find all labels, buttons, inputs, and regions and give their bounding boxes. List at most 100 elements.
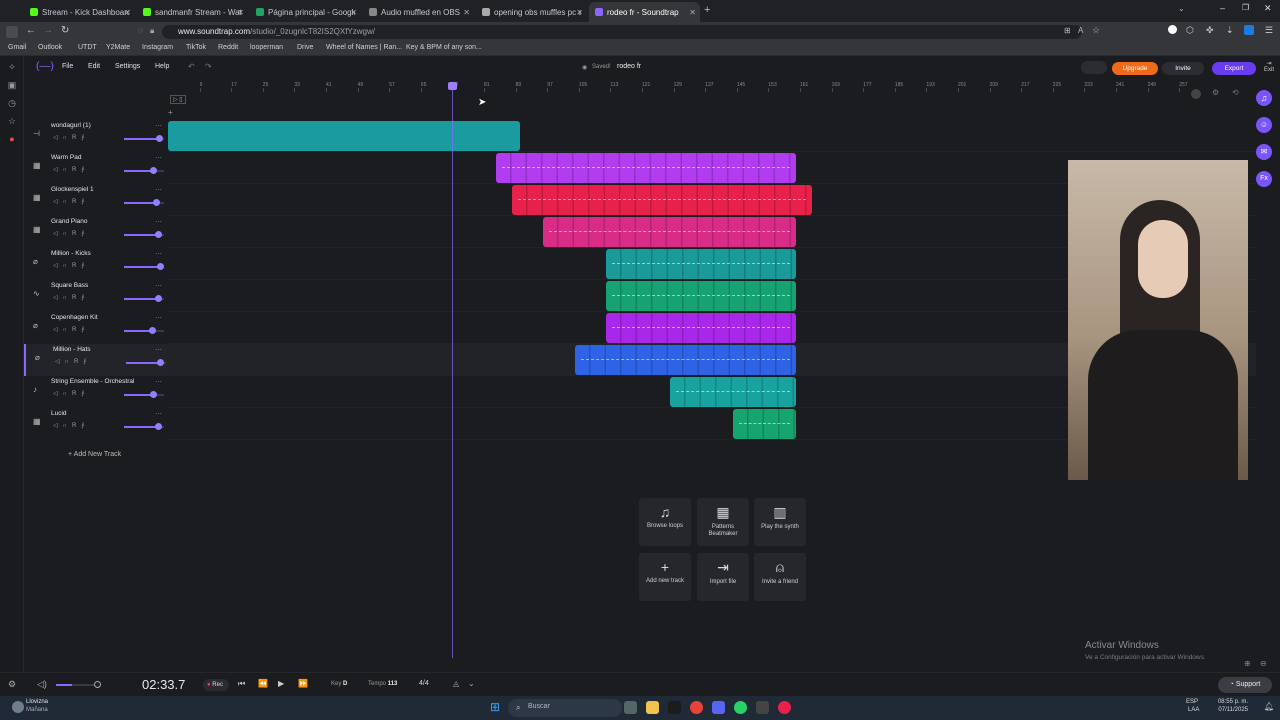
audio-clip[interactable] bbox=[606, 313, 797, 343]
audio-clip[interactable] bbox=[574, 345, 797, 375]
menu-edit[interactable]: Edit bbox=[88, 63, 100, 70]
audio-clip[interactable] bbox=[606, 281, 797, 311]
record-arm-icon[interactable]: R bbox=[72, 167, 81, 173]
bookmark-item[interactable]: Key & BPM of any son... bbox=[406, 44, 482, 51]
track-header[interactable]: ▦ Warm Pad ◁∩R∱ ⋯ bbox=[24, 152, 166, 184]
track-controls[interactable]: ◁∩R∱ bbox=[53, 230, 89, 237]
track-name[interactable]: Grand Piano bbox=[51, 218, 88, 225]
minimize-button[interactable]: – bbox=[1220, 3, 1225, 13]
record-arm-icon[interactable]: R bbox=[72, 327, 81, 333]
discord-icon[interactable] bbox=[712, 701, 725, 714]
track-controls[interactable]: ◁∩R∱ bbox=[55, 358, 91, 365]
track-name[interactable]: Million - Kicks bbox=[51, 250, 91, 257]
favorites-icon[interactable]: ☆ bbox=[7, 116, 17, 126]
browser-tab[interactable]: opening obs muffles pc audio✕ bbox=[476, 2, 587, 22]
record-arm-icon[interactable]: R bbox=[74, 359, 83, 365]
notifications-icon[interactable]: 🔔︎ bbox=[1264, 702, 1274, 711]
track-menu-icon[interactable]: ⋯ bbox=[155, 250, 162, 258]
playhead-line[interactable] bbox=[452, 82, 454, 658]
bookmark-item[interactable]: Drive bbox=[297, 44, 313, 51]
quick-tile-plus[interactable]: + Add new track bbox=[639, 553, 691, 601]
translate-icon[interactable]: ⊞ bbox=[1064, 26, 1071, 35]
rewind-icon[interactable]: ⏪ bbox=[258, 679, 268, 688]
exit-button[interactable]: ⇥ Exit bbox=[1262, 60, 1276, 73]
track-controls[interactable]: ◁∩R∱ bbox=[53, 326, 89, 333]
profile-icon[interactable] bbox=[1244, 25, 1254, 35]
record-arm-icon[interactable]: R bbox=[72, 135, 81, 141]
automation-icon[interactable]: ∱ bbox=[81, 423, 89, 429]
bookmark-item[interactable]: UTDT bbox=[78, 44, 97, 51]
chrome-icon[interactable] bbox=[690, 701, 703, 714]
back-arrow-icon[interactable]: ← bbox=[26, 25, 36, 36]
browser-menu-icon[interactable]: ☰ bbox=[1265, 25, 1273, 36]
menu-file[interactable]: File bbox=[62, 63, 73, 70]
headphones-icon[interactable]: ∩ bbox=[63, 327, 72, 333]
app-red-icon[interactable] bbox=[778, 701, 791, 714]
soundtrap-logo[interactable]: (––) bbox=[36, 61, 54, 72]
record-icon[interactable]: ● bbox=[7, 134, 17, 144]
play-button[interactable]: ▶ bbox=[278, 679, 284, 688]
track-menu-icon[interactable]: ⋯ bbox=[155, 154, 162, 162]
record-arm-icon[interactable]: R bbox=[72, 295, 81, 301]
track-name[interactable]: Glockenspiel 1 bbox=[51, 186, 94, 193]
downloads-icon[interactable]: ⇣ bbox=[1226, 25, 1234, 36]
track-controls[interactable]: ◁∩R∱ bbox=[53, 166, 89, 173]
track-header[interactable]: ▦ Glockenspiel 1 ◁∩R∱ ⋯ bbox=[24, 184, 166, 216]
lock-icon[interactable]: 🔒︎ bbox=[150, 26, 154, 36]
headphones-icon[interactable]: ∩ bbox=[63, 263, 72, 269]
audio-clip[interactable] bbox=[511, 185, 812, 215]
record-arm-icon[interactable]: R bbox=[72, 423, 81, 429]
mute-icon[interactable]: ◁ bbox=[53, 423, 63, 429]
skip-to-start-icon[interactable]: ⏮ bbox=[238, 679, 245, 689]
sidebar-toggle-icon[interactable] bbox=[6, 26, 18, 38]
taskbar-search-box[interactable]: ⌕ Buscar bbox=[508, 699, 622, 717]
track-name[interactable]: Lucid bbox=[51, 410, 67, 417]
headphones-icon[interactable]: ∩ bbox=[63, 423, 72, 429]
track-menu-icon[interactable]: ⋯ bbox=[155, 314, 162, 322]
track-name[interactable]: Million - Hats bbox=[53, 346, 91, 353]
track-menu-icon[interactable]: ⋯ bbox=[155, 378, 162, 386]
track-name[interactable]: String Ensemble - Orchestral bbox=[51, 378, 134, 385]
bookmark-item[interactable]: TikTok bbox=[186, 44, 206, 51]
quick-tile-import[interactable]: ⇥ Import file bbox=[697, 553, 749, 601]
extensions-icon[interactable]: ✜ bbox=[1206, 25, 1214, 36]
export-button[interactable]: Export bbox=[1212, 62, 1256, 75]
app-icon[interactable] bbox=[756, 701, 769, 714]
track-name[interactable]: wondagurl (1) bbox=[51, 122, 91, 129]
close-tab-icon[interactable]: ✕ bbox=[237, 8, 244, 17]
track-name[interactable]: Copenhagen Kit bbox=[51, 314, 98, 321]
metronome-icon[interactable]: ◬ bbox=[453, 679, 459, 688]
volume-slider-knob[interactable] bbox=[149, 167, 157, 174]
volume-slider-knob[interactable] bbox=[154, 423, 162, 430]
volume-slider-knob[interactable] bbox=[156, 359, 164, 366]
bookmark-star-icon[interactable]: ☆ bbox=[1092, 25, 1100, 36]
headphones-icon[interactable]: ∩ bbox=[63, 199, 72, 205]
collaborators-icon[interactable]: ☺ bbox=[1256, 117, 1272, 133]
track-menu-icon[interactable]: ⋯ bbox=[155, 122, 162, 130]
record-arm-icon[interactable]: R bbox=[72, 199, 81, 205]
theme-toggle[interactable] bbox=[1081, 61, 1107, 74]
automation-icon[interactable]: ∱ bbox=[81, 135, 89, 141]
track-header[interactable]: ▦ Grand Piano ◁∩R∱ ⋯ bbox=[24, 216, 166, 248]
mute-icon[interactable]: ◁ bbox=[53, 199, 63, 205]
browser-tab[interactable]: Página principal - Google Drive✕ bbox=[250, 2, 361, 22]
mute-icon[interactable]: ◁ bbox=[55, 359, 65, 365]
close-tab-icon[interactable]: ✕ bbox=[689, 8, 696, 17]
audio-clip[interactable] bbox=[606, 249, 797, 279]
key-selector[interactable]: Key D bbox=[331, 681, 347, 687]
bookmark-item[interactable]: Gmail bbox=[8, 44, 26, 51]
track-controls[interactable]: ◁∩R∱ bbox=[53, 134, 89, 141]
whatsapp-icon[interactable] bbox=[734, 701, 747, 714]
volume-slider-knob[interactable] bbox=[155, 231, 163, 238]
upgrade-button[interactable]: Upgrade bbox=[1112, 62, 1158, 75]
bookmark-item[interactable]: Instagram bbox=[142, 44, 173, 51]
headphones-icon[interactable]: ∩ bbox=[63, 231, 72, 237]
bookmark-item[interactable]: Outlook bbox=[38, 44, 62, 51]
magic-icon[interactable]: ✧ bbox=[7, 62, 17, 72]
loop-toggle-icon[interactable]: ⟲ bbox=[1232, 88, 1239, 97]
close-tab-icon[interactable]: ✕ bbox=[350, 8, 357, 17]
track-name[interactable]: Warm Pad bbox=[51, 154, 81, 161]
fx-icon[interactable]: Fx bbox=[1256, 171, 1272, 187]
quick-tile-piano[interactable]: ▥ Play the synth bbox=[754, 498, 806, 546]
bookmark-item[interactable]: Reddit bbox=[218, 44, 238, 51]
